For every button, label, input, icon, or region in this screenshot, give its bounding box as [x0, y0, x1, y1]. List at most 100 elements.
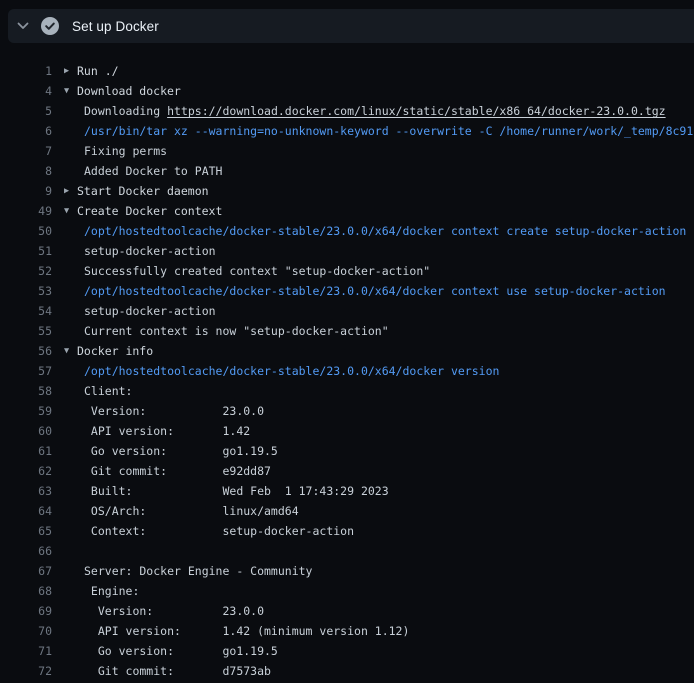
- log-line[interactable]: 56 ▼ Docker info: [0, 341, 694, 361]
- caret-icon: [52, 221, 77, 241]
- log-line-text: Successfully created context "setup-dock…: [84, 261, 430, 281]
- caret-icon: [52, 381, 77, 401]
- log-line: 60 API version: 1.42: [0, 421, 694, 441]
- caret-icon: [52, 601, 77, 621]
- line-number[interactable]: 67: [0, 561, 52, 581]
- log-line-text: /usr/bin/tar xz --warning=no-unknown-key…: [84, 121, 693, 141]
- line-number[interactable]: 57: [0, 361, 52, 381]
- log-line: 6 /usr/bin/tar xz --warning=no-unknown-k…: [0, 121, 694, 141]
- line-number[interactable]: 71: [0, 641, 52, 661]
- line-number[interactable]: 66: [0, 541, 52, 561]
- caret-expanded-icon[interactable]: ▼: [52, 341, 77, 361]
- group-title: Create Docker context: [77, 201, 222, 221]
- caret-icon: [52, 401, 77, 421]
- line-number[interactable]: 68: [0, 581, 52, 601]
- log-line-text: API version: 1.42 (minimum version 1.12): [84, 621, 409, 641]
- log-line-text: API version: 1.42: [84, 421, 250, 441]
- log-line: 5 Downloading https://download.docker.co…: [0, 101, 694, 121]
- log-line[interactable]: 49 ▼ Create Docker context: [0, 201, 694, 221]
- line-number[interactable]: 50: [0, 221, 52, 241]
- caret-icon: [52, 301, 77, 321]
- log-line: 66: [0, 541, 694, 561]
- log-line: 64 OS/Arch: linux/amd64: [0, 501, 694, 521]
- log-line: 61 Go version: go1.19.5: [0, 441, 694, 461]
- log-line-text: /opt/hostedtoolcache/docker-stable/23.0.…: [84, 281, 666, 301]
- line-number[interactable]: 61: [0, 441, 52, 461]
- caret-icon: [52, 561, 77, 581]
- caret-collapsed-icon[interactable]: ▶: [52, 181, 77, 201]
- line-number[interactable]: 64: [0, 501, 52, 521]
- line-number[interactable]: 55: [0, 321, 52, 341]
- caret-icon: [52, 641, 77, 661]
- download-url-link[interactable]: https://download.docker.com/linux/static…: [167, 104, 666, 118]
- line-number[interactable]: 69: [0, 601, 52, 621]
- log-line-text: Client:: [84, 381, 132, 401]
- log-line: 71 Go version: go1.19.5: [0, 641, 694, 661]
- group-title: Start Docker daemon: [77, 181, 209, 201]
- log-line: 69 Version: 23.0.0: [0, 601, 694, 621]
- line-number[interactable]: 56: [0, 341, 52, 361]
- log-line-text: setup-docker-action: [84, 301, 216, 321]
- caret-icon: [52, 501, 77, 521]
- chevron-down-icon[interactable]: [8, 19, 38, 33]
- caret-icon: [52, 141, 77, 161]
- line-number[interactable]: 58: [0, 381, 52, 401]
- log-line[interactable]: 1 ▶ Run ./: [0, 61, 694, 81]
- line-number[interactable]: 52: [0, 261, 52, 281]
- log-lines: 1 ▶ Run ./ 4 ▼ Download docker 5 Downloa…: [0, 61, 694, 681]
- line-number[interactable]: 70: [0, 621, 52, 641]
- line-number[interactable]: 53: [0, 281, 52, 301]
- log-line-text: Git commit: e92dd87: [84, 461, 271, 481]
- log-line-text: Downloading: [84, 104, 167, 118]
- log-line[interactable]: 9 ▶ Start Docker daemon: [0, 181, 694, 201]
- log-line[interactable]: 4 ▼ Download docker: [0, 81, 694, 101]
- log-line-text: setup-docker-action: [84, 241, 216, 261]
- caret-icon: [52, 321, 77, 341]
- log-line: 52 Successfully created context "setup-d…: [0, 261, 694, 281]
- log-line-text: Go version: go1.19.5: [84, 641, 278, 661]
- line-number[interactable]: 8: [0, 161, 52, 181]
- log-line: 62 Git commit: e92dd87: [0, 461, 694, 481]
- log-line: 51 setup-docker-action: [0, 241, 694, 261]
- line-number[interactable]: 63: [0, 481, 52, 501]
- log-line-text: Version: 23.0.0: [84, 601, 264, 621]
- log-line-text: Git commit: d7573ab: [84, 661, 271, 681]
- log-line-text: OS/Arch: linux/amd64: [84, 501, 299, 521]
- log-line: 59 Version: 23.0.0: [0, 401, 694, 421]
- caret-icon: [52, 101, 77, 121]
- line-number[interactable]: 54: [0, 301, 52, 321]
- step-header-set-up-docker[interactable]: Set up Docker: [8, 9, 694, 43]
- line-number[interactable]: 49: [0, 201, 52, 221]
- log-line: 50 /opt/hostedtoolcache/docker-stable/23…: [0, 221, 694, 241]
- line-number[interactable]: 65: [0, 521, 52, 541]
- log-line: 55 Current context is now "setup-docker-…: [0, 321, 694, 341]
- line-number[interactable]: 6: [0, 121, 52, 141]
- line-number[interactable]: 5: [0, 101, 52, 121]
- caret-icon: [52, 121, 77, 141]
- caret-icon: [52, 521, 77, 541]
- line-number[interactable]: 9: [0, 181, 52, 201]
- line-number[interactable]: 51: [0, 241, 52, 261]
- line-number[interactable]: 7: [0, 141, 52, 161]
- caret-expanded-icon[interactable]: ▼: [52, 81, 77, 101]
- caret-icon: [52, 621, 77, 641]
- caret-collapsed-icon[interactable]: ▶: [52, 61, 77, 81]
- caret-expanded-icon[interactable]: ▼: [52, 201, 77, 221]
- caret-icon: [52, 241, 77, 261]
- log-line-text: /opt/hostedtoolcache/docker-stable/23.0.…: [84, 361, 499, 381]
- log-line: 57 /opt/hostedtoolcache/docker-stable/23…: [0, 361, 694, 381]
- line-number[interactable]: 4: [0, 81, 52, 101]
- group-title: Download docker: [77, 81, 181, 101]
- line-number[interactable]: 60: [0, 421, 52, 441]
- log-line-text: Built: Wed Feb 1 17:43:29 2023: [84, 481, 389, 501]
- line-number[interactable]: 1: [0, 61, 52, 81]
- line-number[interactable]: 72: [0, 661, 52, 681]
- group-title: Docker info: [77, 341, 153, 361]
- line-number[interactable]: 59: [0, 401, 52, 421]
- log-line: 54 setup-docker-action: [0, 301, 694, 321]
- log-line: 67 Server: Docker Engine - Community: [0, 561, 694, 581]
- caret-icon: [52, 441, 77, 461]
- line-number[interactable]: 62: [0, 461, 52, 481]
- log-line: 8 Added Docker to PATH: [0, 161, 694, 181]
- log-line-text: Downloading https://download.docker.com/…: [84, 101, 666, 121]
